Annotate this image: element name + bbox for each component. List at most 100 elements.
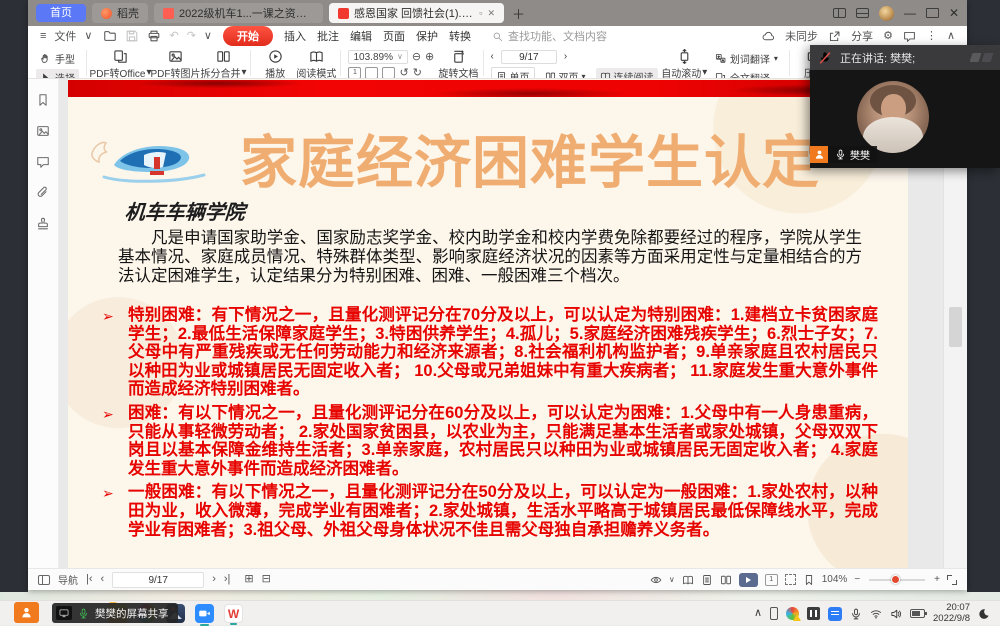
navigation-panel-icon[interactable] (38, 575, 50, 585)
menu-tab-page[interactable]: 页面 (383, 28, 405, 44)
search-box[interactable]: 查找功能、文档内容 (492, 28, 607, 44)
full-translate-button[interactable]: 全文翻译 (711, 69, 782, 79)
redo-icon[interactable]: ↷ (187, 31, 196, 42)
print-icon[interactable] (147, 29, 161, 43)
menu-tab-start[interactable]: 开始 (223, 26, 273, 46)
bookmark-icon[interactable] (36, 93, 50, 107)
cloud-sync-icon[interactable] (762, 30, 775, 43)
tab-presentation[interactable]: 2022级机车1...一课之资助宣讲1 (154, 3, 323, 23)
single-page-icon[interactable] (701, 574, 713, 586)
menu-tab-insert[interactable]: 插入 (284, 28, 306, 44)
more-icon[interactable]: ⋮ (926, 31, 937, 42)
play-slideshow-button[interactable] (739, 573, 758, 587)
update-warning-icon[interactable] (786, 607, 799, 620)
zoom-out-icon[interactable]: − (854, 575, 860, 585)
auto-scroll-button[interactable]: 自动滚动▾ (665, 48, 704, 79)
battery-icon[interactable] (910, 609, 925, 618)
mic-muted-icon[interactable] (818, 51, 832, 65)
layout-grid-icon[interactable] (856, 8, 869, 18)
tab-pin-icon[interactable]: ▫ (479, 9, 482, 18)
scrollbar-thumb[interactable] (949, 307, 962, 347)
rotate-doc-button[interactable]: 旋转文档 (441, 48, 475, 79)
last-page-icon[interactable]: ›| (224, 574, 231, 585)
page-indicator[interactable]: 9/17 (112, 572, 204, 588)
tab-docer[interactable]: 稻壳 (92, 3, 148, 23)
continuous-icon[interactable] (682, 574, 694, 586)
save-icon[interactable] (125, 29, 139, 43)
stamp-icon[interactable] (36, 217, 50, 231)
page-indicator[interactable]: 9/17 (501, 50, 557, 64)
read-mode-button[interactable]: 阅读模式 (299, 48, 333, 79)
thumbnail-icon[interactable] (36, 124, 50, 138)
minimize-button[interactable]: — (904, 7, 916, 19)
next-page-icon[interactable]: › (212, 574, 216, 585)
zoom-slider-thumb[interactable] (891, 575, 900, 584)
attachment-icon[interactable] (36, 186, 50, 200)
navigation-label[interactable]: 导航 (58, 572, 78, 587)
feedback-icon[interactable] (903, 30, 916, 43)
zoom-in-icon[interactable]: + (934, 575, 940, 585)
next-page-icon[interactable]: › (564, 52, 567, 62)
zoom-slider[interactable] (869, 579, 925, 581)
eye-protect-icon[interactable] (650, 574, 662, 586)
new-tab-button[interactable]: ＋ (510, 4, 527, 23)
mic-tray-icon[interactable] (850, 608, 862, 620)
restore-button[interactable] (926, 8, 939, 18)
zoom-value-dropdown[interactable]: 103.89% ∨ (348, 50, 407, 64)
zoom-out-icon[interactable]: ⊖ (412, 52, 421, 63)
share-label[interactable]: 分享 (851, 28, 873, 44)
app-tray-icon[interactable] (807, 607, 820, 620)
zoom-in-icon[interactable]: ⊕ (425, 52, 434, 63)
meeting-taskbar-button[interactable] (14, 602, 39, 623)
chevron-down-icon[interactable]: ∨ (669, 576, 675, 584)
taskbar-clock[interactable]: 20:07 2022/9/8 (933, 603, 970, 624)
fullscreen-icon[interactable] (947, 575, 957, 585)
rotate-left-icon[interactable]: ↺ (399, 68, 408, 79)
tray-expand-icon[interactable]: ∧ (754, 608, 762, 619)
collapse-ribbon-icon[interactable]: ∧ (947, 31, 955, 42)
comment-icon[interactable] (36, 155, 50, 169)
menu-tab-annotate[interactable]: 批注 (317, 28, 339, 44)
word-translate-button[interactable]: 划词翻译 ▾ (711, 50, 782, 67)
screen-share-indicator[interactable]: 樊樊的屏幕共享 (52, 603, 178, 623)
menu-tab-edit[interactable]: 编辑 (350, 28, 372, 44)
fit-width-icon[interactable] (365, 67, 378, 79)
undo-icon[interactable]: ↶ (169, 31, 178, 42)
docs-tray-icon[interactable] (828, 607, 842, 621)
layout-split-icon[interactable] (833, 8, 846, 18)
continuous-read-button[interactable]: 连续阅读 (596, 68, 658, 79)
remove-page-icon[interactable]: ⊟ (262, 574, 271, 585)
open-folder-icon[interactable] (103, 29, 117, 43)
actual-size-icon[interactable]: 1 (765, 574, 778, 586)
double-page-button[interactable]: 双页 ▾ (541, 68, 590, 79)
insert-page-icon[interactable]: ⊞ (244, 574, 253, 585)
tab-close-icon[interactable]: ✕ (487, 9, 495, 18)
network-icon[interactable] (870, 608, 882, 620)
gear-icon[interactable]: ⚙ (883, 31, 893, 42)
bookmark-icon[interactable] (803, 574, 815, 586)
menu-tab-convert[interactable]: 转换 (449, 28, 471, 44)
file-menu[interactable]: ≡ 文件 ∨ (40, 28, 92, 44)
close-button[interactable]: ✕ (949, 7, 959, 19)
tab-home[interactable]: 首页 (36, 4, 86, 22)
play-button[interactable]: 播放 (258, 48, 292, 79)
menu-tab-protect[interactable]: 保护 (416, 28, 438, 44)
zoom-level[interactable]: 104% (822, 574, 848, 585)
format-caret-icon[interactable]: ∨ (204, 31, 212, 42)
first-page-icon[interactable]: |‹ (86, 574, 93, 585)
night-mode-icon[interactable] (978, 608, 990, 620)
fit-page-icon[interactable] (382, 67, 395, 79)
pdf-to-office-button[interactable]: PDF转Office▾ (94, 48, 147, 79)
split-merge-button[interactable]: 拆分合并▾ (204, 48, 243, 79)
participant-video[interactable]: 樊樊 (810, 70, 1000, 168)
prev-page-icon[interactable]: ‹ (101, 574, 105, 585)
tab-pdf-active[interactable]: 感恩国家 回馈社会(1).pdf ▫ ✕ (329, 3, 504, 23)
speaker-icon[interactable] (890, 608, 902, 620)
rotate-right-icon[interactable]: ↻ (413, 68, 422, 79)
hand-tool[interactable]: 手型 (36, 50, 79, 67)
pdf-to-image-button[interactable]: PDF转图片 (154, 48, 197, 79)
account-avatar[interactable] (879, 6, 894, 21)
prev-page-icon[interactable]: ‹ (491, 52, 494, 62)
wps-app-icon[interactable]: W (224, 604, 243, 623)
usb-device-icon[interactable] (770, 607, 778, 620)
